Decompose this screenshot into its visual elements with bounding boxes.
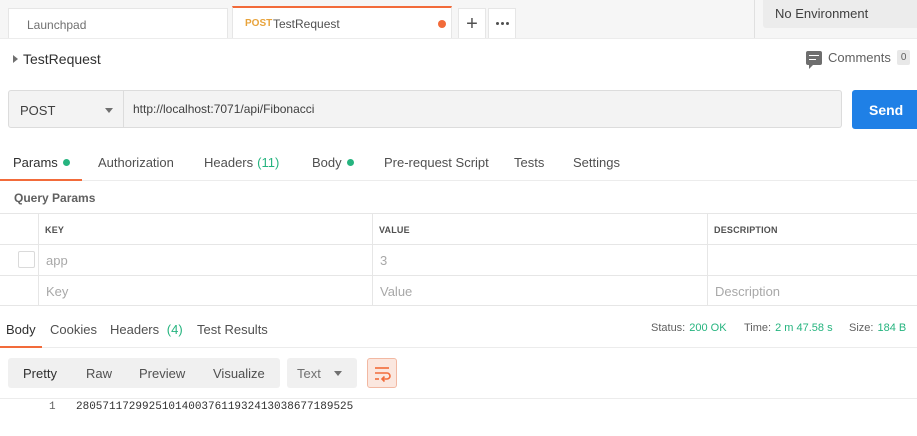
query-params-title: Query Params (14, 191, 96, 205)
param-value-cell[interactable]: 3 (372, 245, 707, 275)
tab-response-headers[interactable]: Headers (4) (110, 322, 183, 337)
pretty-button[interactable]: Pretty (23, 366, 57, 381)
status-label: Status: (651, 322, 686, 334)
comments-label: Comments (828, 50, 891, 65)
time-label: Time: (744, 322, 772, 334)
tab-body[interactable]: Body (312, 155, 354, 170)
query-params-table: KEY VALUE DESCRIPTION app 3 Key Value De… (0, 213, 917, 306)
environment-select-label: No Environment (775, 6, 869, 21)
status-value: 200 OK (689, 322, 727, 334)
response-headers-count: (4) (166, 322, 183, 337)
more-horizontal-icon (495, 22, 509, 25)
tab-settings[interactable]: Settings (573, 155, 620, 170)
tab-bar: Launchpad POST TestRequest + No Environm… (0, 0, 917, 38)
tab-prerequest-label: Pre-request Script (384, 155, 489, 170)
time-info[interactable]: Time: 2 m 47.58 s (744, 322, 833, 334)
tab-prerequest-script[interactable]: Pre-request Script (384, 155, 489, 170)
comments-button[interactable]: Comments 0 (806, 50, 911, 69)
params-indicator-dot (62, 159, 70, 166)
tab-authorization[interactable]: Authorization (98, 155, 174, 170)
tab-options-button[interactable] (488, 8, 516, 38)
new-description-input[interactable]: Description (707, 276, 917, 305)
method-select[interactable]: POST (8, 90, 124, 128)
tab-launchpad[interactable]: Launchpad (8, 8, 228, 38)
tab-tests[interactable]: Tests (514, 155, 544, 170)
param-description-cell[interactable] (707, 245, 917, 275)
environment-select[interactable]: No Environment (763, 0, 917, 28)
tab-method-label: POST (245, 18, 273, 29)
headers-count: (11) (257, 155, 280, 170)
column-header-description: DESCRIPTION (707, 214, 917, 244)
comment-icon (806, 50, 822, 69)
column-header-value: VALUE (372, 214, 707, 244)
caret-right-icon[interactable] (13, 55, 18, 63)
tab-launchpad-label: Launchpad (27, 18, 87, 32)
status-info: Status: 200 OK (651, 322, 727, 334)
request-tabs: Params Authorization Headers (11) Body P… (0, 144, 917, 181)
request-header: TestRequest Comments 0 (0, 38, 917, 78)
tab-response-cookies[interactable]: Cookies (50, 322, 97, 337)
tab-settings-label: Settings (573, 155, 620, 170)
size-info[interactable]: Size: 184 B (849, 322, 906, 334)
time-value: 2 m 47.58 s (775, 322, 833, 334)
response-tabs: Body Cookies Headers (4) Test Results St… (0, 310, 917, 348)
line-number: 1 (49, 401, 56, 413)
divider (754, 0, 755, 38)
table-row-new: Key Value Description (0, 275, 917, 306)
wrap-lines-button[interactable] (367, 358, 397, 388)
tab-params[interactable]: Params (13, 155, 70, 170)
response-format-value: Text (297, 366, 321, 381)
tab-body-label: Body (312, 155, 342, 170)
size-label: Size: (849, 322, 874, 334)
url-input[interactable] (124, 90, 842, 128)
active-tab-indicator (0, 179, 82, 181)
response-body[interactable]: 1 28057117299251014003761193241303867718… (0, 398, 917, 436)
response-content: 2805711729925101400376119324130386771895… (76, 401, 354, 413)
column-header-key: KEY (38, 214, 372, 244)
tab-test-request[interactable]: POST TestRequest (232, 6, 452, 38)
new-value-input[interactable]: Value (372, 276, 707, 305)
raw-button[interactable]: Raw (86, 366, 112, 381)
new-tab-button[interactable]: + (458, 8, 486, 38)
response-format-select[interactable]: Text (287, 358, 357, 388)
tab-request-name: TestRequest (273, 17, 340, 31)
comments-count-badge: 0 (896, 50, 911, 65)
method-select-value: POST (20, 103, 56, 118)
visualize-button[interactable]: Visualize (213, 366, 265, 381)
param-enabled-checkbox[interactable] (18, 251, 35, 268)
tab-headers[interactable]: Headers (11) (204, 155, 279, 170)
format-toggle-group: Pretty Raw Preview Visualize (8, 358, 280, 388)
chevron-down-icon (334, 371, 342, 376)
tab-tests-label: Tests (514, 155, 545, 170)
table-row: app 3 (0, 244, 917, 275)
unsaved-changes-dot (438, 20, 446, 28)
plus-icon: + (466, 12, 478, 35)
tab-authorization-label: Authorization (98, 155, 174, 170)
param-key-cell[interactable]: app (38, 245, 372, 275)
wrap-lines-icon (375, 367, 391, 383)
body-indicator-dot (346, 159, 354, 166)
tab-headers-label: Headers (204, 155, 254, 170)
tab-response-headers-label: Headers (110, 322, 160, 337)
send-button[interactable]: Send (852, 90, 917, 129)
preview-button[interactable]: Preview (139, 366, 185, 381)
tab-params-label: Params (13, 155, 58, 170)
table-header-row: KEY VALUE DESCRIPTION (0, 213, 917, 244)
tab-test-results[interactable]: Test Results (197, 322, 268, 337)
tab-response-body[interactable]: Body (6, 322, 36, 337)
size-value: 184 B (877, 322, 907, 334)
new-key-input[interactable]: Key (38, 276, 372, 305)
active-response-tab-indicator (0, 346, 42, 348)
chevron-down-icon (105, 108, 113, 113)
request-title[interactable]: TestRequest (23, 51, 101, 67)
